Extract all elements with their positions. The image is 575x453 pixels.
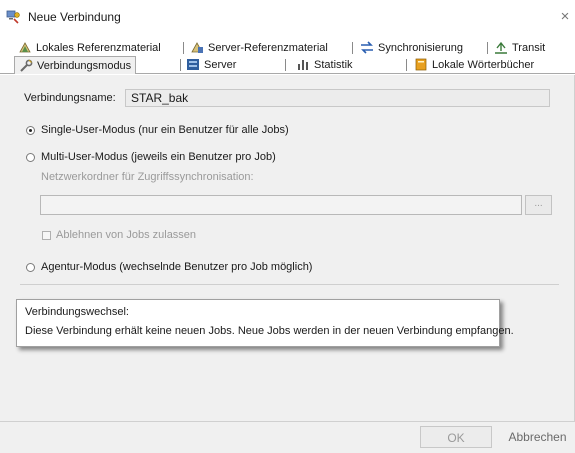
tab-label: Transit [512, 41, 546, 54]
window-title: Neue Verbindung [28, 10, 121, 24]
sync-arrows-icon [361, 41, 373, 54]
tab-separator [183, 42, 184, 54]
tab-server-reference[interactable]: Server-Referenzmaterial [190, 40, 328, 55]
tab-separator [180, 59, 181, 71]
tab-row-top: Lokales Referenzmaterial Server-Referenz… [0, 40, 575, 55]
server-reference-icon [191, 42, 203, 53]
statistics-icon [298, 60, 308, 70]
cancel-button[interactable]: Abbrechen [500, 426, 575, 448]
tab-row-bottom: Verbindungsmodus Server Statistik Lokale… [0, 56, 575, 74]
connection-change-info: Verbindungswechsel: Diese Verbindung erh… [16, 299, 514, 347]
tab-separator [487, 42, 488, 54]
tab-server[interactable]: Server [186, 57, 236, 72]
connection-name-input[interactable] [125, 89, 550, 107]
tab-separator [285, 59, 286, 71]
wrench-icon [20, 59, 33, 72]
connection-icon [6, 10, 20, 24]
browse-button[interactable]: ... [525, 195, 552, 215]
tab-label: Verbindungsmodus [37, 59, 132, 72]
agent-mode-label: Agentur-Modus (wechselnde Benutzer pro J… [41, 261, 313, 273]
tab-label: Server-Referenzmaterial [208, 41, 328, 54]
reject-jobs-checkbox[interactable] [42, 231, 51, 240]
dictionary-icon [415, 58, 427, 71]
connection-name-label: Verbindungsname: [24, 92, 116, 104]
tab-separator [352, 42, 353, 54]
reference-material-icon [19, 42, 31, 53]
close-button[interactable]: × [555, 6, 575, 28]
tab-label: Synchronisierung [378, 41, 463, 54]
ok-button[interactable]: OK [420, 426, 492, 448]
connection-mode-panel: Verbindungsname: Single-User-Modus (nur … [0, 75, 575, 421]
tab-separator [406, 59, 407, 71]
single-user-radio[interactable] [26, 126, 35, 135]
agent-mode-radio[interactable] [26, 263, 35, 272]
divider [20, 284, 559, 285]
tab-bar: Lokales Referenzmaterial Server-Referenz… [0, 40, 575, 74]
network-folder-label: Netzwerkordner für Zugriffssynchronisati… [41, 171, 254, 183]
multi-user-radio[interactable] [26, 153, 35, 162]
tab-connection-mode[interactable]: Verbindungsmodus [14, 56, 137, 74]
tab-local-reference[interactable]: Lokales Referenzmaterial [18, 40, 161, 55]
multi-user-label: Multi-User-Modus (jeweils ein Benutzer p… [41, 151, 276, 163]
tab-label: Statistik [314, 58, 353, 71]
tab-synchronisation[interactable]: Synchronisierung [360, 40, 463, 55]
reject-jobs-label: Ablehnen von Jobs zulassen [56, 229, 197, 241]
single-user-label: Single-User-Modus (nur ein Benutzer für … [41, 124, 289, 136]
tab-label: Server [204, 58, 237, 71]
close-icon: × [560, 8, 570, 25]
tab-label: Lokale Wörterbücher [432, 58, 535, 71]
tab-statistics[interactable]: Statistik [296, 57, 353, 72]
title-bar: Neue Verbindung × [0, 0, 575, 36]
transit-icon [495, 41, 507, 54]
info-text: Diese Verbindung erhält keine neuen Jobs… [25, 325, 514, 337]
dialog-footer: OK Abbrechen [0, 421, 575, 453]
network-folder-input[interactable] [40, 195, 522, 215]
tab-label: Lokales Referenzmaterial [36, 41, 161, 54]
tab-transit[interactable]: Transit [494, 40, 545, 55]
server-icon [187, 59, 199, 70]
info-title: Verbindungswechsel: [25, 306, 129, 318]
tab-local-dictionaries[interactable]: Lokale Wörterbücher [414, 57, 534, 72]
